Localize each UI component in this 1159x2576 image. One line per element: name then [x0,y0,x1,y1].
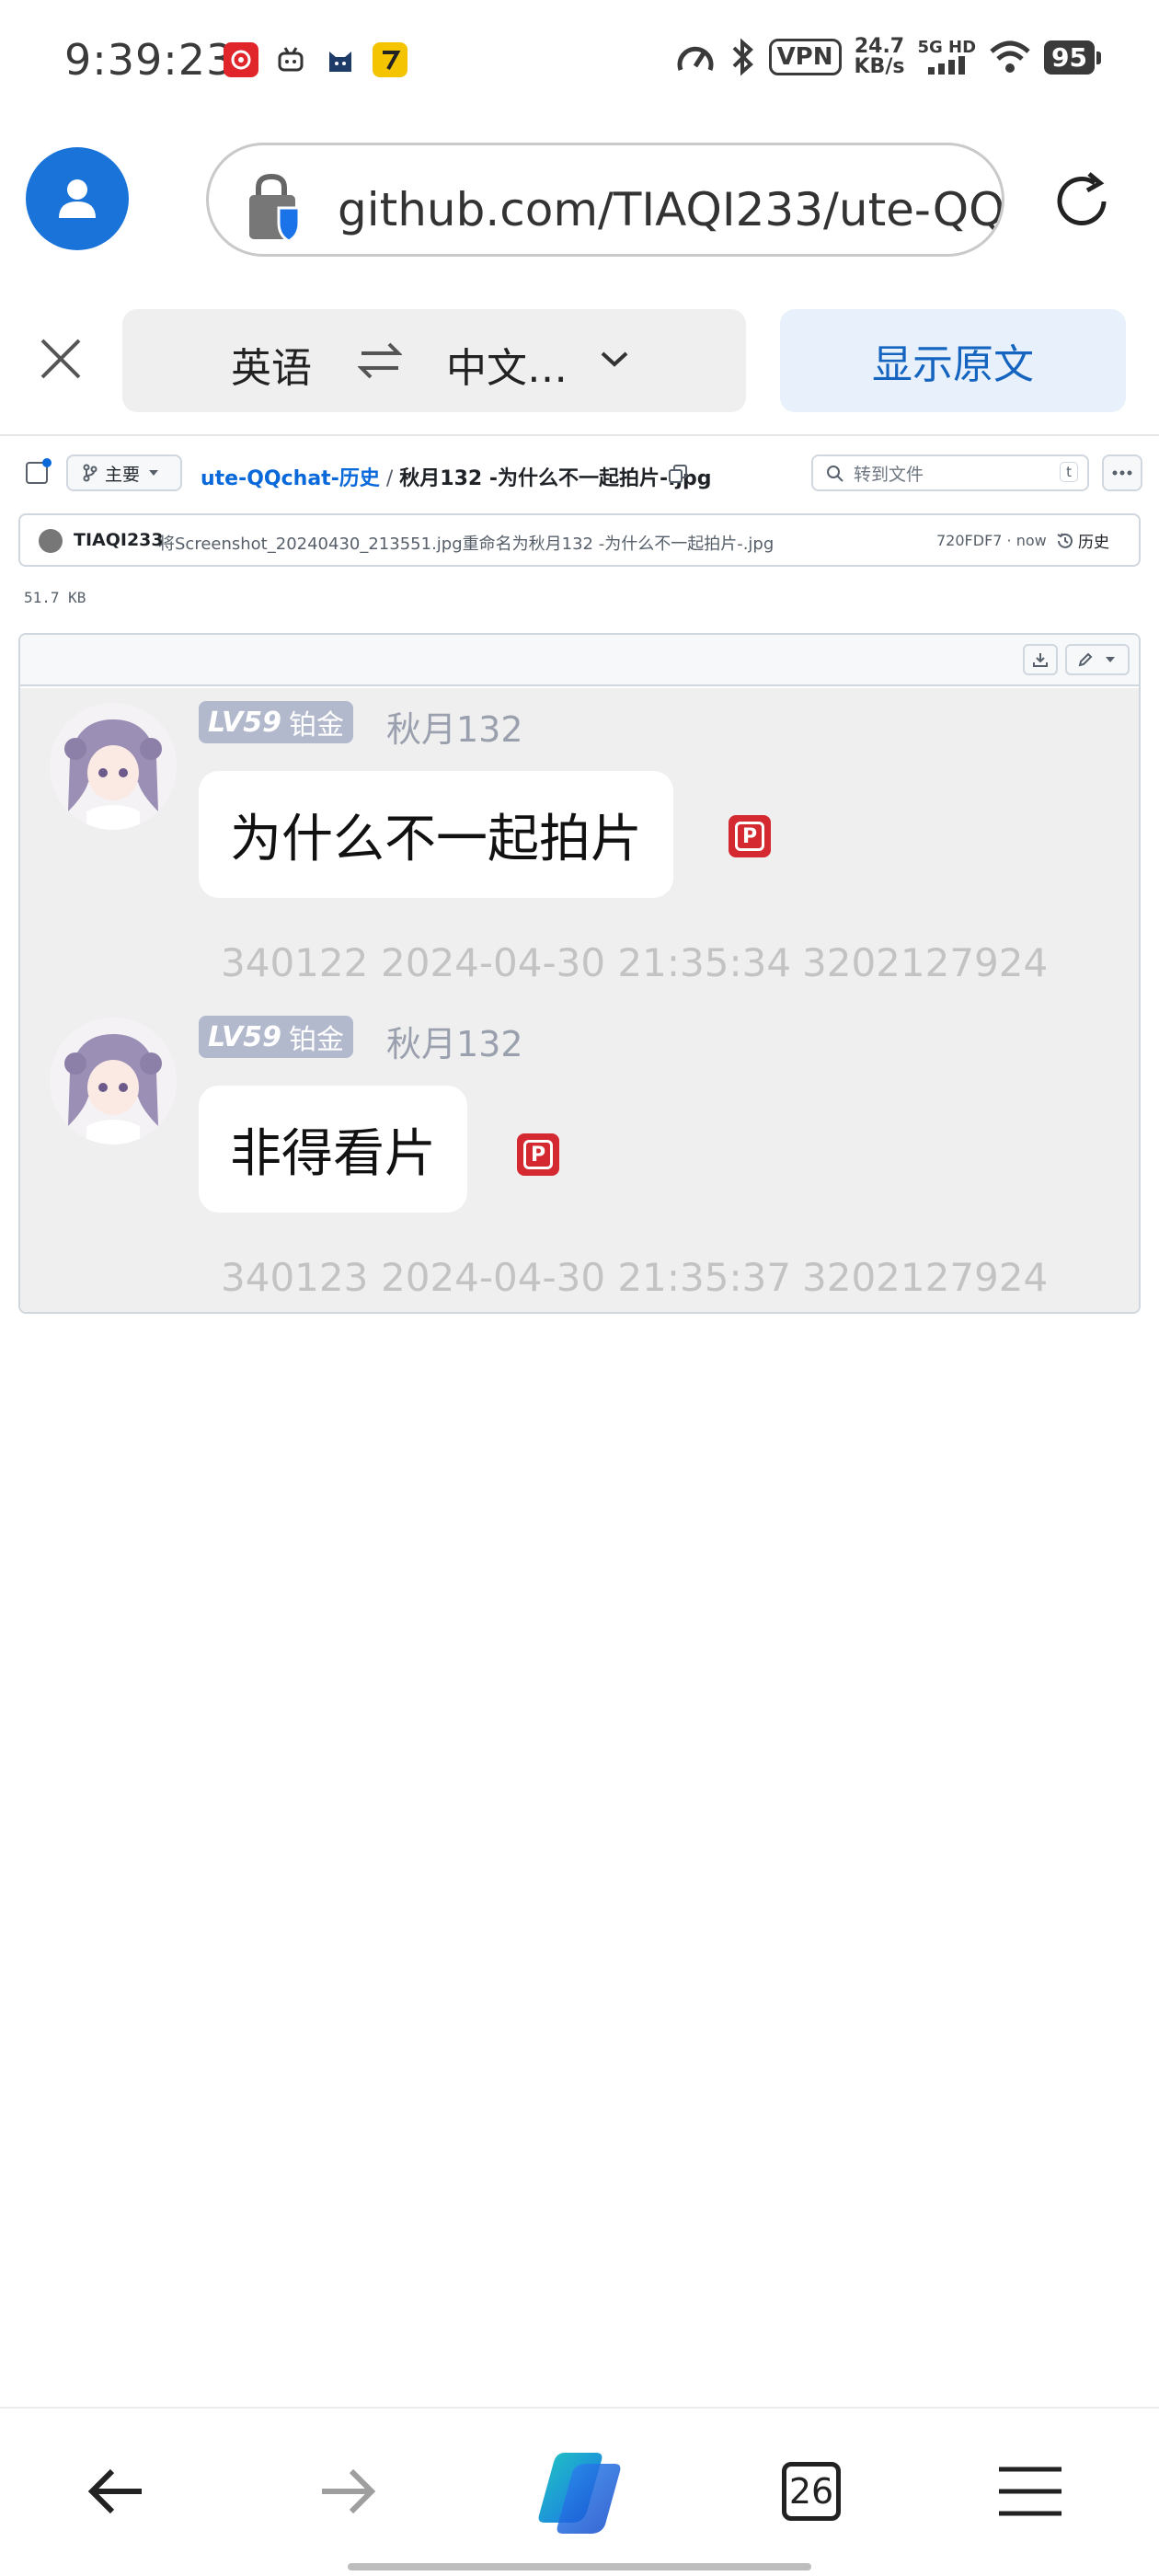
file-size: 51.7 KB [24,589,86,606]
breadcrumb-file-name: 秋月132 -为什么不一起拍片-.jpg [399,467,712,490]
level-badge: LV59 铂金 [199,1016,353,1058]
message-bubble: 为什么不一起拍片 [199,771,673,898]
message-id: 340122 [221,940,369,985]
branch-icon [83,464,98,482]
sender-name: 秋月132 [386,709,523,750]
copilot-icon[interactable] [528,2447,631,2539]
sender-name: 秋月132 [386,1024,523,1064]
wifi-icon [990,40,1030,73]
message-timestamp: 2024-04-30 21:35:34 [381,940,792,985]
go-to-file-placeholder: 转到文件 [854,464,924,485]
more-options-button[interactable] [1102,454,1142,491]
address-bar[interactable]: github.com/TIAQI233/ute-QQchat-历史/blob/主… [206,143,1004,257]
commit-sha[interactable]: 720FDF7 · now [936,532,1047,549]
download-button[interactable] [1023,644,1058,675]
bilibili-icon [273,42,308,77]
message-timestamp: 2024-04-30 21:35:37 [381,1255,792,1300]
bottom-nav-divider [0,2407,1159,2409]
sender-qq: 3202127924 [802,940,1049,985]
speed-gauge-icon [677,46,714,71]
caret-down-icon [149,470,159,476]
reload-icon[interactable] [1049,168,1115,235]
history-button[interactable]: 历史 [1056,529,1109,552]
breadcrumb-separator: / [385,467,394,490]
history-label: 历史 [1078,534,1109,552]
notification-icons [224,42,407,77]
show-original-button[interactable]: 显示原文 [780,309,1126,412]
breadcrumb-repo-link[interactable]: ute-QQchat-历史 [201,467,380,490]
avatar [50,703,177,830]
swap-icon[interactable] [358,340,402,381]
cellular-signal: 5G HD [917,40,976,75]
file-nav-row: 主要 ute-QQchat-历史 / 秋月132 -为什么不一起拍片-.jpg … [0,454,1159,499]
avatar [50,1018,177,1144]
caret-down-icon [1106,657,1115,662]
p-badge-icon: P [517,1133,559,1176]
copy-path-icon[interactable] [668,464,688,484]
shortcut-key: t [1060,462,1078,482]
commit-author-avatar[interactable] [39,529,63,553]
download-icon [1033,653,1048,667]
branch-label: 主要 [105,464,141,485]
clock: 9:39:23 [64,35,235,85]
home-indicator[interactable] [348,2563,811,2570]
lock-shield-icon [249,173,301,243]
seven-cat-icon [373,42,407,77]
go-to-file-input[interactable]: 转到文件 t [811,454,1089,491]
kebab-horizontal-icon [1112,470,1132,476]
vpn-indicator: VPN [768,39,842,75]
message-bubble: 非得看片 [199,1086,467,1213]
message-id: 340123 [221,1255,369,1300]
cat-app-icon [323,42,358,77]
network-speed: 24.7 KB/s [854,35,905,78]
status-bar: 9:39:23 VPN 24.7 KB/s 5G HD 95 [0,0,1159,120]
source-language[interactable]: 英语 [231,335,312,394]
chevron-down-icon[interactable] [599,348,630,370]
commit-author[interactable]: TIAQI233 [74,530,164,550]
signal-bars-icon [928,56,966,75]
forward-arrow-icon[interactable] [316,2462,377,2521]
p-badge-icon: P [729,815,771,857]
history-icon [1057,532,1073,548]
sender-qq: 3202127924 [802,1255,1049,1300]
commit-message[interactable]: 将Screenshot_20240430_213551.jpg重命名为秋月132… [158,531,774,555]
tab-count-button[interactable]: 26 [782,2462,841,2521]
level-badge: LV59 铂金 [199,701,353,743]
viewer-toolbar [20,635,1139,686]
edit-button-group[interactable] [1065,644,1130,675]
branch-selector[interactable]: 主要 [66,454,182,491]
pencil-icon [1078,652,1093,667]
target-language[interactable]: 中文… [446,335,568,394]
system-status: VPN 24.7 KB/s 5G HD 95 [675,35,1101,78]
latest-commit: TIAQI233 将Screenshot_20240430_213551.jpg… [18,513,1141,567]
side-panel-icon[interactable] [26,458,52,484]
netease-music-icon [224,42,258,77]
breadcrumb: ute-QQchat-历史 / 秋月132 -为什么不一起拍片-.jpg [201,462,712,491]
search-icon [827,466,843,482]
menu-icon[interactable] [997,2466,1063,2517]
battery-indicator: 95 [1044,40,1101,75]
chat-screenshot: LV59 铂金 秋月132 为什么不一起拍片 P 340122 2024-04-3… [20,688,1139,1312]
url-text: github.com/TIAQI233/ute-QQchat-历史/blob/主… [338,183,1004,236]
user-icon [59,179,96,218]
profile-button[interactable] [26,147,129,250]
language-selector[interactable]: 英语 中文… [122,309,746,412]
image-viewer: LV59 铂金 秋月132 为什么不一起拍片 P 340122 2024-04-3… [18,633,1141,1314]
close-translate-icon[interactable] [33,331,88,386]
back-arrow-icon[interactable] [86,2462,147,2521]
divider [0,434,1159,436]
bluetooth-icon [732,38,753,76]
